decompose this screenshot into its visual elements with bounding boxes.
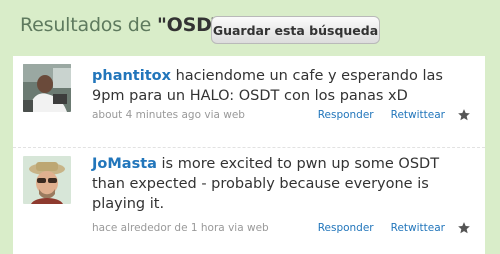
user-avatar-photo-icon xyxy=(23,64,71,112)
status-actions: Responder Retwittear xyxy=(318,221,471,235)
retweet-link[interactable]: Retwittear xyxy=(391,222,445,234)
status-text: JoMasta is more excited to pwn up some O… xyxy=(92,154,467,214)
save-search-button[interactable]: Guardar esta búsqueda xyxy=(211,16,380,44)
status-text: phantitox haciendome un cafe y esperando… xyxy=(92,66,467,106)
results-title: Resultados de "OSDT" xyxy=(20,14,234,36)
status-actions: Responder Retwittear xyxy=(318,108,471,122)
favorite-star-icon[interactable] xyxy=(457,108,471,122)
avatar[interactable] xyxy=(23,64,71,112)
status-meta[interactable]: hace alrededor de 1 hora via web xyxy=(92,222,269,234)
status-item: JoMasta is more excited to pwn up some O… xyxy=(13,148,485,254)
avatar[interactable] xyxy=(23,156,71,204)
reply-link[interactable]: Responder xyxy=(318,109,374,121)
search-results-timeline: phantitox haciendome un cafe y esperando… xyxy=(13,56,485,254)
screen-name-link[interactable]: JoMasta xyxy=(92,156,157,172)
results-header: Resultados de "OSDT" Guardar esta búsque… xyxy=(0,0,500,56)
favorite-star-icon[interactable] xyxy=(457,221,471,235)
reply-link[interactable]: Responder xyxy=(318,222,374,234)
user-avatar-photo-icon xyxy=(23,156,71,204)
status-meta[interactable]: about 4 minutes ago via web xyxy=(92,109,245,121)
status-item: phantitox haciendome un cafe y esperando… xyxy=(13,56,485,148)
retweet-link[interactable]: Retwittear xyxy=(391,109,445,121)
results-label: Resultados de xyxy=(20,14,157,36)
screen-name-link[interactable]: phantitox xyxy=(92,68,171,84)
